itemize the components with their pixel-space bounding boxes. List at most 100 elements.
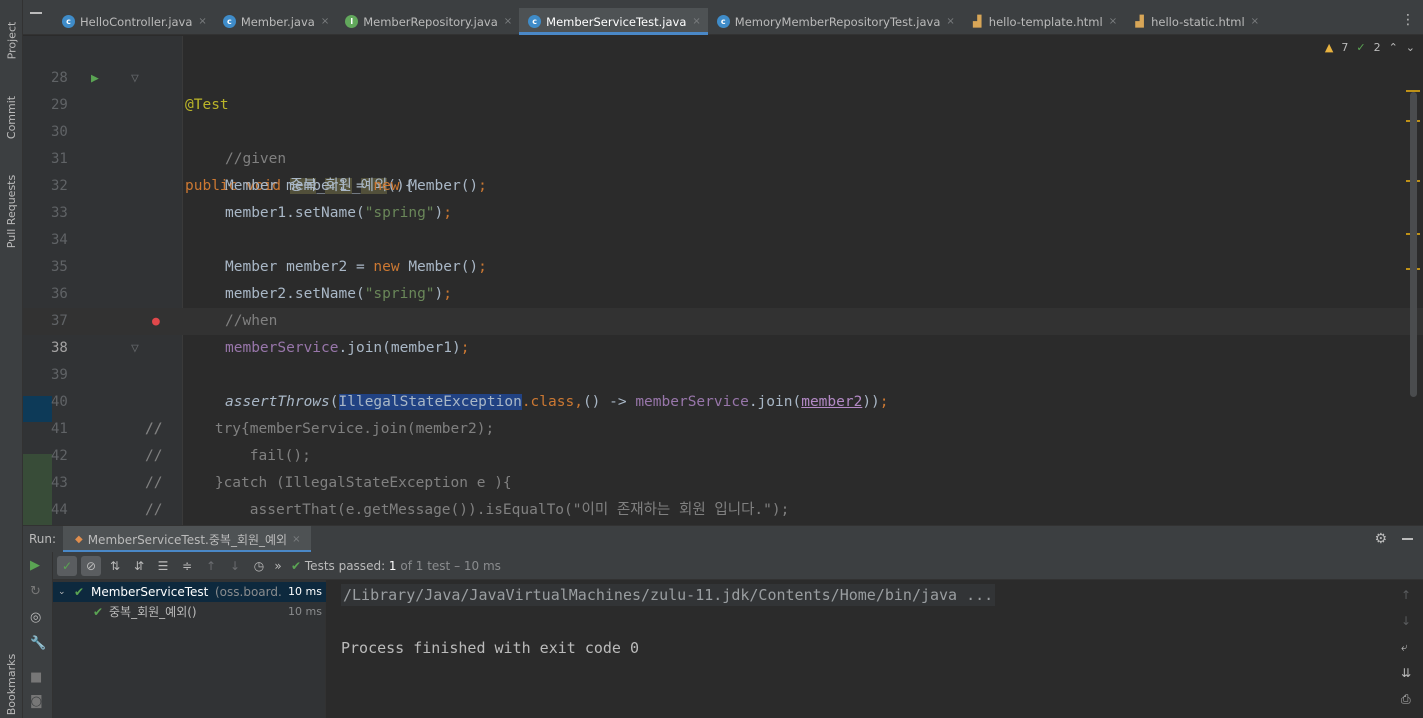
code-line: 30 //given [23, 92, 1423, 167]
java-test-class-icon: c [528, 15, 542, 28]
code-line: 39 ▽ // try{ [23, 335, 1423, 437]
scroll-to-end-icon[interactable]: ⇊ [1401, 666, 1411, 680]
soft-wrap-icon[interactable]: ⤶ [1401, 640, 1408, 655]
code-line: 36 //when [23, 254, 1423, 329]
tree-root-label: MemberServiceTest [91, 585, 209, 599]
previous-failed-icon[interactable]: ↑ [201, 556, 221, 576]
sort-alphabetically-icon[interactable]: ⇅ [105, 556, 125, 576]
tab-memory-member-repository-test[interactable]: c MemoryMemberRepositoryTest.java × [708, 8, 962, 35]
code-editor[interactable]: ▲ 7 ✓ 2 ⌃ ⌄ 28 @Test 29 ▶ ▽ public void … [23, 36, 1423, 525]
java-test-class-icon: c [716, 15, 730, 28]
close-icon[interactable]: × [198, 16, 206, 27]
code-line: 42 // }catch (IllegalStateException e ){ [23, 416, 1423, 491]
code-line: 44 // } [23, 470, 1423, 518]
wrench-icon[interactable]: 🔧 [30, 636, 46, 651]
commit-tool-label: Commit [5, 95, 18, 139]
print-icon[interactable]: ⎙ [1401, 692, 1411, 707]
rerun-icon[interactable]: ▶ [30, 558, 40, 573]
tab-label: MemberRepository.java [363, 14, 498, 29]
editor-scrollbar[interactable] [1410, 92, 1417, 397]
tree-test-time: 10 ms [288, 605, 322, 618]
run-tool-window-header: Run: ◆ MemberServiceTest.중복_회원_예외 × ⚙ [23, 525, 1423, 553]
hide-panel-icon[interactable] [1402, 538, 1413, 540]
tab-hello-controller[interactable]: c HelloController.java × [53, 8, 214, 35]
bookmarks-tool-label: Bookmarks [5, 653, 18, 715]
code-line: 45 [23, 497, 1423, 524]
close-icon[interactable]: × [321, 16, 329, 27]
sort-by-duration-icon[interactable]: ⇵ [129, 556, 149, 576]
show-ignored-icon[interactable]: ⊘ [81, 555, 101, 576]
intention-bulb-icon[interactable]: ● [152, 308, 160, 335]
commit-tool-tab[interactable]: Commit [3, 86, 20, 148]
stop-icon[interactable]: ■ [30, 670, 42, 685]
close-icon[interactable]: × [1251, 16, 1259, 27]
rerun-failed-icon[interactable]: ↻ [30, 584, 41, 599]
tree-row-root[interactable]: ⌄ ✔ MemberServiceTest (oss.board. 10 ms [53, 582, 326, 602]
test-run-icon: ◆ [75, 534, 83, 545]
code-line: 43 // assertThat(e.getMessage()).isEqual… [23, 443, 1423, 518]
pull-requests-tool-tab[interactable]: Pull Requests [3, 165, 20, 257]
run-tab-label: MemberServiceTest.중복_회원_예외 [87, 533, 288, 547]
tab-hello-template[interactable]: ▟ hello-template.html × [962, 8, 1124, 35]
code-line: 35 member2.setName("spring"); [23, 227, 1423, 302]
fold-icon[interactable]: ▽ [131, 65, 139, 92]
chevron-down-icon[interactable]: ⌄ [58, 582, 66, 602]
run-label: Run: [29, 532, 57, 546]
arrow-up-icon[interactable]: ↑ [1401, 588, 1411, 602]
show-passed-icon[interactable]: ✓ [57, 555, 77, 576]
project-tool-label: Project [5, 21, 19, 59]
bookmarks-tool-tab[interactable]: Bookmarks [3, 650, 20, 718]
collapse-all-icon[interactable]: ≑ [177, 556, 197, 576]
tab-hello-static[interactable]: ▟ hello-static.html × [1124, 8, 1266, 35]
check-icon: ✔ [291, 558, 302, 573]
tests-passed-count: 1 [388, 558, 397, 573]
left-tool-strip: Project Commit Pull Requests Bookmarks [0, 0, 23, 718]
expand-all-icon[interactable]: ☰ [153, 556, 173, 576]
tab-member-service-test[interactable]: c MemberServiceTest.java × [519, 8, 708, 35]
test-results-tree[interactable]: ⌄ ✔ MemberServiceTest (oss.board. 10 ms … [53, 580, 326, 718]
tab-label: Member.java [240, 14, 315, 29]
check-icon: ✔ [93, 605, 104, 619]
editor-tab-bar: c HelloController.java × c Member.java ×… [23, 0, 1423, 35]
tests-status-prefix: Tests passed: [304, 558, 389, 573]
code-line: 37 memberService.join(member1); [23, 281, 1423, 356]
project-tool-tab[interactable]: Project [3, 8, 20, 72]
console-process-finished: Process finished with exit code 0 [341, 639, 640, 657]
camera-icon[interactable]: ◙ [30, 694, 43, 709]
tab-member[interactable]: c Member.java × [214, 8, 336, 35]
next-failed-icon[interactable]: ↓ [225, 556, 245, 576]
close-icon[interactable]: × [1109, 16, 1117, 27]
tab-member-repository[interactable]: I MemberRepository.java × [336, 8, 519, 35]
code-line: 40 // memberService.join(member2); [23, 362, 1423, 437]
console-output[interactable]: /Library/Java/JavaVirtualMachines/zulu-1… [341, 580, 1391, 718]
java-class-icon: c [62, 15, 75, 28]
tab-label: MemberServiceTest.java [546, 14, 687, 29]
close-icon[interactable]: × [692, 16, 700, 27]
console-java-command: /Library/Java/JavaVirtualMachines/zulu-1… [341, 584, 996, 606]
code-line: 29 ▶ ▽ public void 중복_회원_예외(){ [23, 65, 1423, 194]
arrow-down-icon[interactable]: ↓ [1401, 614, 1411, 628]
close-icon[interactable]: × [292, 534, 300, 545]
collapse-icon[interactable] [30, 12, 42, 14]
toggle-auto-test-icon[interactable]: ◎ [30, 610, 41, 625]
gear-icon[interactable]: ⚙ [1374, 531, 1387, 547]
more-options-icon[interactable]: ⋮ [1401, 12, 1415, 28]
tab-label: MemoryMemberRepositoryTest.java [734, 14, 941, 29]
run-tool-window: ▶ ↻ ◎ 🔧 ■ ◙ ✓ ⊘ ⇅ ⇵ ☰ ≑ ↑ ↓ ◷ » ✔ Tests … [23, 552, 1423, 718]
run-test-icon[interactable]: ▶ [91, 65, 99, 92]
tree-row-test[interactable]: ✔ 중복_회원_예외() 10 ms [53, 602, 326, 622]
test-history-icon[interactable]: ◷ [249, 556, 269, 576]
fold-icon[interactable]: ▽ [131, 335, 139, 362]
tree-root-package: (oss.board. [215, 585, 282, 599]
more-icon[interactable]: » [273, 556, 283, 576]
close-icon[interactable]: × [504, 16, 512, 27]
check-icon: ✔ [74, 585, 85, 599]
run-config-tab[interactable]: ◆ MemberServiceTest.중복_회원_예외 × [63, 526, 311, 553]
html-file-icon: ▟ [973, 15, 982, 28]
tab-label: HelloController.java [80, 14, 193, 29]
code-line: 28 @Test [23, 38, 1423, 113]
code-line: 31 Member member1 = new Member(); [23, 119, 1423, 194]
run-side-toolbar: ▶ ↻ ◎ 🔧 ■ ◙ [23, 552, 53, 718]
tree-test-label: 중복_회원_예외() [109, 605, 197, 619]
close-icon[interactable]: × [946, 16, 954, 27]
